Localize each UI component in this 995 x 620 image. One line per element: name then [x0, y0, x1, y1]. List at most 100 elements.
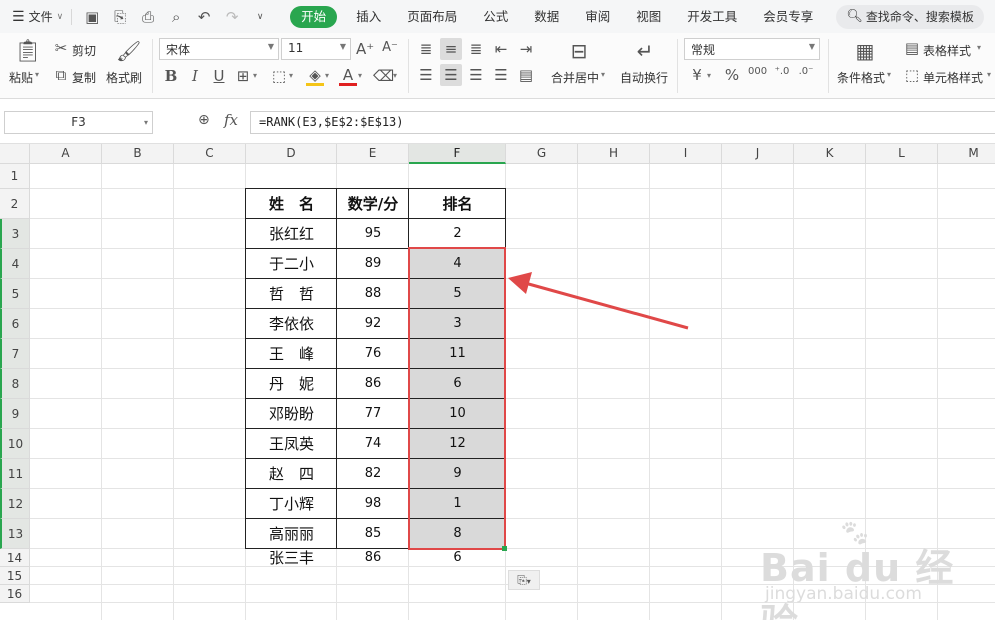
thousands-icon[interactable]: 000 — [748, 66, 767, 77]
conditional-format-icon[interactable]: ▦ — [854, 39, 876, 63]
row-header-8[interactable]: 8 — [0, 369, 30, 399]
row-header-6[interactable]: 6 — [0, 309, 30, 339]
font-color-icon[interactable]: A — [339, 66, 357, 86]
table-style-button[interactable]: 表格样式 — [923, 42, 971, 59]
math-score-cell[interactable]: 77 — [337, 399, 409, 429]
rank-cell[interactable]: 2 — [409, 219, 506, 249]
paste-options-button[interactable]: ⎘▾ — [508, 570, 540, 590]
column-header-m[interactable]: M — [938, 144, 995, 164]
name-cell[interactable]: 王 峰 — [246, 339, 337, 369]
number-format-select[interactable]: 常规 ▼ — [684, 38, 820, 60]
cell-style-button[interactable]: 单元格样式 — [923, 69, 983, 86]
currency-dropdown-icon[interactable]: ▾ — [707, 71, 711, 80]
align-bottom-icon[interactable]: ≣ — [467, 40, 485, 58]
column-header-a[interactable]: A — [30, 144, 102, 164]
cut-button[interactable]: 剪切 — [72, 42, 96, 59]
distribute-icon[interactable]: ▤ — [517, 66, 535, 84]
eraser-dropdown-icon[interactable]: ▾ — [393, 71, 397, 80]
decrease-font-icon[interactable]: A⁻ — [381, 40, 399, 55]
name-cell[interactable]: 哲 哲 — [246, 279, 337, 309]
tab-insert[interactable]: 插入 — [343, 6, 394, 28]
row-header-16[interactable]: 16 — [0, 585, 30, 603]
percent-icon[interactable]: % — [723, 66, 741, 84]
decrease-indent-icon[interactable]: ⇤ — [492, 40, 510, 58]
math-score-cell[interactable]: 86 — [337, 549, 409, 567]
column-header-f[interactable]: F — [409, 144, 506, 164]
align-top-icon[interactable]: ≣ — [417, 40, 435, 58]
fx-icon[interactable]: fx — [224, 111, 238, 129]
math-score-cell[interactable]: 82 — [337, 459, 409, 489]
tab-view[interactable]: 视图 — [623, 6, 674, 28]
math-score-cell[interactable]: 86 — [337, 369, 409, 399]
fill-cells-icon[interactable]: ⬚ — [270, 67, 288, 85]
underline-button[interactable]: U — [210, 67, 228, 85]
math-score-cell[interactable]: 85 — [337, 519, 409, 549]
math-score-cell[interactable]: 88 — [337, 279, 409, 309]
paste-dropdown-icon[interactable]: ▾ — [35, 70, 39, 79]
merge-center-button[interactable]: 合并居中 — [551, 69, 599, 86]
decrease-decimal-icon[interactable]: .0⁻ — [797, 66, 815, 77]
tab-member[interactable]: 会员专享 — [750, 6, 826, 28]
name-cell[interactable]: 邓盼盼 — [246, 399, 337, 429]
font-size-select[interactable]: 11 ▼ — [281, 38, 351, 60]
format-painter-button[interactable]: 格式刷 — [106, 69, 142, 86]
math-score-cell[interactable]: 76 — [337, 339, 409, 369]
math-score-cell[interactable]: 98 — [337, 489, 409, 519]
column-header-e[interactable]: E — [337, 144, 409, 164]
increase-font-icon[interactable]: A⁺ — [356, 40, 374, 58]
formula-input[interactable]: =RANK(E3,$E$2:$E$13) — [250, 111, 995, 134]
conditional-format-dropdown-icon[interactable]: ▾ — [887, 70, 891, 79]
column-header-j[interactable]: J — [722, 144, 794, 164]
row-header-9[interactable]: 9 — [0, 399, 30, 429]
column-header-k[interactable]: K — [794, 144, 866, 164]
name-cell[interactable]: 张三丰 — [246, 549, 337, 567]
fill-handle[interactable] — [502, 546, 507, 551]
name-cell[interactable]: 于二小 — [246, 249, 337, 279]
row-header-14[interactable]: 14 — [0, 549, 30, 567]
math-score-cell[interactable]: 92 — [337, 309, 409, 339]
undo-icon[interactable]: ↶ — [196, 8, 212, 26]
column-header-i[interactable]: I — [650, 144, 722, 164]
tab-page-layout[interactable]: 页面布局 — [394, 6, 470, 28]
row-header-1[interactable]: 1 — [0, 164, 30, 189]
name-cell[interactable]: 丁小辉 — [246, 489, 337, 519]
wrap-text-icon[interactable]: ↵ — [634, 39, 656, 63]
align-middle-icon[interactable]: ≡ — [442, 40, 460, 58]
paste-button[interactable]: 粘贴 — [9, 69, 33, 86]
currency-icon[interactable]: ¥ — [688, 66, 706, 84]
row-header-12[interactable]: 12 — [0, 489, 30, 519]
name-cell[interactable]: 李依依 — [246, 309, 337, 339]
zoom-search-icon[interactable]: ⊕ — [198, 112, 210, 128]
row-header-10[interactable]: 10 — [0, 429, 30, 459]
copy-button[interactable]: 复制 — [72, 69, 96, 86]
select-all-corner[interactable] — [0, 144, 30, 164]
bold-button[interactable]: B — [162, 67, 180, 85]
increase-indent-icon[interactable]: ⇥ — [517, 40, 535, 58]
column-header-b[interactable]: B — [102, 144, 174, 164]
align-left-icon[interactable]: ☰ — [417, 66, 435, 84]
merge-center-icon[interactable]: ⊟ — [568, 39, 590, 63]
row-header-7[interactable]: 7 — [0, 339, 30, 369]
name-cell[interactable]: 王凤英 — [246, 429, 337, 459]
align-center-icon[interactable]: ☰ — [442, 66, 460, 84]
fill-color-dropdown-icon[interactable]: ▾ — [325, 71, 329, 80]
conditional-format-button[interactable]: 条件格式 — [837, 69, 885, 86]
font-color-dropdown-icon[interactable]: ▾ — [358, 71, 362, 80]
column-header-d[interactable]: D — [246, 144, 337, 164]
eraser-icon[interactable]: ⌫ — [373, 67, 394, 85]
row-header-13[interactable]: 13 — [0, 519, 30, 549]
cell-style-dropdown-icon[interactable]: ▾ — [987, 70, 991, 79]
italic-button[interactable]: I — [186, 67, 204, 85]
column-header-l[interactable]: L — [866, 144, 938, 164]
wrap-text-button[interactable]: 自动换行 — [620, 69, 668, 86]
tab-developer[interactable]: 开发工具 — [674, 6, 750, 28]
increase-decimal-icon[interactable]: ⁺.0 — [773, 66, 791, 77]
column-header-g[interactable]: G — [506, 144, 578, 164]
row-header-2[interactable]: 2 — [0, 189, 30, 219]
paste-icon[interactable]: 📋︎ — [14, 39, 42, 64]
column-header-c[interactable]: C — [174, 144, 246, 164]
name-cell[interactable]: 赵 四 — [246, 459, 337, 489]
row-header-3[interactable]: 3 — [0, 219, 30, 249]
table-style-dropdown-icon[interactable]: ▾ — [977, 43, 981, 52]
justify-icon[interactable]: ☰ — [492, 66, 510, 84]
